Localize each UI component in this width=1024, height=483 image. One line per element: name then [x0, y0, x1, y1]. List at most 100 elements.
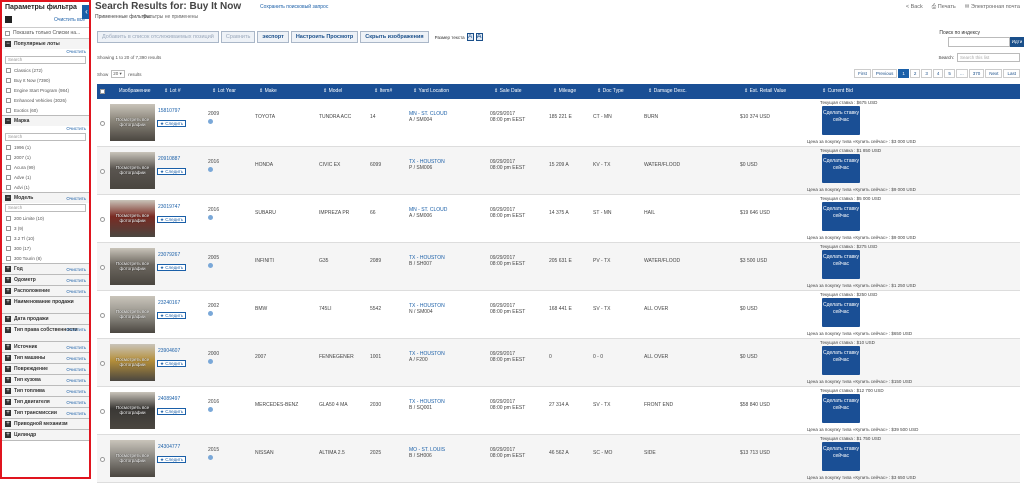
lot-number-link[interactable]: 24304777 — [158, 444, 180, 450]
lot-number-link[interactable]: 24089497 — [158, 396, 180, 402]
select-all-checkbox[interactable] — [100, 89, 105, 94]
collapse-icon[interactable]: − — [5, 41, 11, 47]
filter-option[interactable]: 2007 (1) — [2, 152, 89, 162]
filter-option[interactable]: Enhanced Vehicles (3026) — [2, 95, 89, 105]
bid-now-button[interactable]: Сделать ставку сейчас — [822, 106, 860, 135]
row-select-checkbox[interactable] — [100, 217, 105, 222]
clear-filter-link[interactable]: Очистить — [66, 345, 86, 350]
export-button[interactable]: экспорт — [257, 31, 289, 43]
checkbox[interactable] — [6, 174, 11, 180]
list-search-input[interactable]: Search this list — [957, 53, 1020, 62]
lot-number-link[interactable]: 23019747 — [158, 204, 180, 210]
filter-section-header[interactable]: + Одометр Очистить — [2, 275, 89, 285]
filter-section-header[interactable]: + Источник Очистить — [2, 342, 89, 352]
lot-search-go-button[interactable]: Идти — [1010, 37, 1024, 47]
clear-filter-link[interactable]: Очистить — [66, 356, 86, 361]
row-select-checkbox[interactable] — [100, 121, 105, 126]
column-header[interactable]: ⇕ Lot # — [164, 84, 181, 99]
filter-section-header[interactable]: + Год Очистить — [2, 264, 89, 274]
row-select-checkbox[interactable] — [100, 169, 105, 174]
lot-number-link[interactable]: 15810797 — [158, 108, 180, 114]
clear-filter-link[interactable]: Очистить — [66, 378, 86, 383]
add-to-watchlist-button[interactable]: Добавить в список отслеживаемых позиций — [97, 31, 219, 43]
filter-section-header[interactable]: + Тип права собственности Очистить — [2, 325, 89, 341]
pagination-last[interactable]: Last — [1003, 69, 1020, 78]
bid-now-button[interactable]: Сделать ставку сейчас — [822, 154, 860, 183]
expand-icon[interactable]: + — [5, 377, 11, 383]
checkbox[interactable] — [6, 144, 11, 150]
checkbox[interactable] — [6, 245, 11, 251]
column-header[interactable]: ⇕ Mileage — [553, 84, 576, 99]
row-select-checkbox[interactable] — [100, 265, 105, 270]
column-header[interactable]: Изображение — [119, 84, 151, 99]
lot-number-link[interactable]: 20910887 — [158, 156, 180, 162]
expand-icon[interactable]: + — [5, 421, 11, 427]
info-icon[interactable] — [208, 263, 213, 268]
filter-section-header[interactable]: + Тип машины Очистить — [2, 353, 89, 363]
filter-section-header[interactable]: + Наименование продажи — [2, 297, 89, 313]
checkbox[interactable] — [6, 225, 11, 231]
text-size-large-button[interactable]: A — [475, 33, 483, 41]
customize-view-button[interactable]: Настроить Просмотр — [290, 31, 359, 43]
collapse-icon[interactable]: − — [5, 195, 11, 201]
pagination-next[interactable]: Next — [985, 69, 1003, 78]
back-link[interactable]: < Back — [906, 4, 923, 11]
follow-button[interactable]: ★ Следить — [157, 168, 187, 175]
filter-option[interactable]: Exotics (60) — [2, 105, 89, 115]
filter-section-header[interactable]: + Приводной механизм — [2, 419, 89, 429]
lot-number-link[interactable]: 23904607 — [158, 348, 180, 354]
expand-icon[interactable]: + — [5, 288, 11, 294]
filter-option[interactable]: 3 (9) — [2, 223, 89, 233]
checkbox[interactable] — [6, 164, 11, 170]
expand-icon[interactable]: + — [5, 266, 11, 272]
checkbox[interactable] — [6, 87, 11, 93]
pagination-page[interactable]: 370 — [968, 69, 985, 78]
expand-icon[interactable]: + — [5, 388, 11, 394]
column-header[interactable]: ⇕ Model — [323, 84, 342, 99]
compare-button[interactable]: Сравнить — [220, 31, 256, 43]
checkbox[interactable] — [6, 215, 11, 221]
filter-option[interactable]: Acura (99) — [2, 162, 89, 172]
filter-option[interactable]: Adve (1) — [2, 172, 89, 182]
expand-icon[interactable]: + — [5, 355, 11, 361]
info-icon[interactable] — [208, 215, 213, 220]
vehicle-thumbnail[interactable]: Посмотреть все фотографии — [110, 152, 155, 189]
follow-button[interactable]: ★ Следить — [157, 264, 187, 271]
row-select-checkbox[interactable] — [100, 457, 105, 462]
info-icon[interactable] — [208, 407, 213, 412]
collapse-icon[interactable]: − — [5, 118, 11, 124]
expand-icon[interactable]: + — [5, 410, 11, 416]
checkbox[interactable] — [6, 77, 11, 83]
expand-icon[interactable]: + — [5, 327, 11, 333]
clear-filter-link[interactable]: Очистить — [66, 327, 86, 332]
row-select-checkbox[interactable] — [100, 361, 105, 366]
filter-search-input[interactable]: Search — [5, 204, 86, 212]
pagination-page[interactable]: 2 — [909, 69, 921, 78]
save-search-link[interactable]: Сохранить поисковый запрос — [260, 4, 328, 10]
clear-filter-link[interactable]: Очистить — [2, 49, 89, 55]
bid-now-button[interactable]: Сделать ставку сейчас — [822, 250, 860, 279]
follow-button[interactable]: ★ Следить — [157, 360, 187, 367]
show-only-row[interactable]: Показать только Списки на... — [2, 28, 89, 39]
filter-option[interactable]: 1996 (1) — [2, 142, 89, 152]
bid-now-button[interactable]: Сделать ставку сейчас — [822, 442, 860, 471]
filter-search-input[interactable]: Search — [5, 133, 86, 141]
pagination-page[interactable]: 5 — [944, 69, 955, 78]
expand-icon[interactable]: + — [5, 316, 11, 322]
filter-section-header[interactable]: + Цилиндр — [2, 430, 89, 440]
bid-now-button[interactable]: Сделать ставку сейчас — [822, 346, 860, 375]
info-icon[interactable] — [208, 455, 213, 460]
filter-option[interactable]: Classics (272) — [2, 65, 89, 75]
page-size-select[interactable]: 20 ▾ — [111, 70, 126, 78]
filter-option[interactable]: 300 (17) — [2, 243, 89, 253]
lot-search-input[interactable] — [948, 37, 1010, 47]
column-header[interactable]: ⇕ Item# — [374, 84, 392, 99]
checkbox[interactable] — [6, 97, 11, 103]
info-icon[interactable] — [208, 119, 213, 124]
clear-filter-link[interactable]: Очистить — [66, 367, 86, 372]
expand-icon[interactable]: + — [5, 344, 11, 350]
expand-icon[interactable]: + — [5, 277, 11, 283]
filter-section-header[interactable]: + Тип трансмиссии Очистить — [2, 408, 89, 418]
filter-section-header[interactable]: + Расположение Очистить — [2, 286, 89, 296]
expand-icon[interactable]: + — [5, 399, 11, 405]
